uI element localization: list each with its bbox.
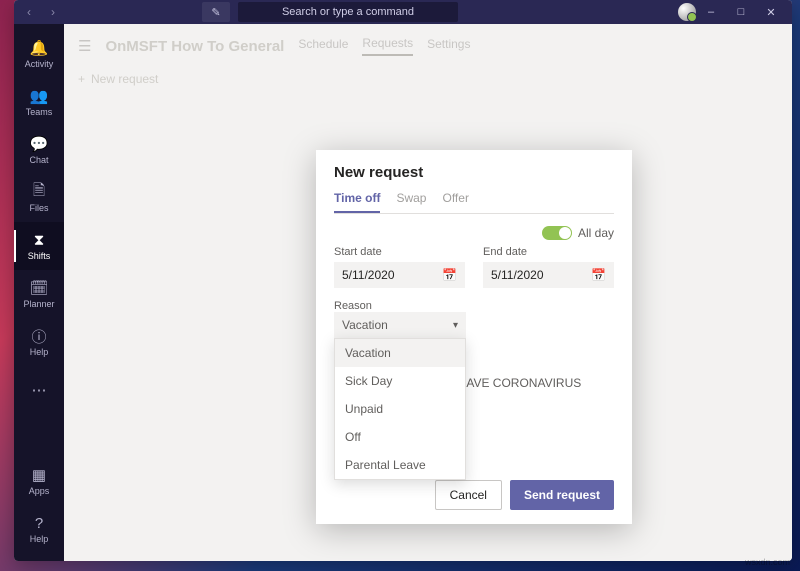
info-icon: ⓘ (30, 327, 48, 345)
rail-more[interactable]: ⋯ (14, 366, 64, 414)
window-maximize-button[interactable]: □ (726, 0, 756, 24)
reason-selected-value: Vacation (342, 318, 388, 332)
reason-select[interactable]: Vacation ▾ Vacation Sick Day Unpaid Off … (334, 312, 466, 338)
modal-title: New request (334, 164, 614, 181)
rail-apps[interactable]: ▦ Apps (14, 457, 64, 505)
window-minimize-button[interactable]: – (696, 0, 726, 24)
tab-schedule[interactable]: Schedule (298, 37, 348, 55)
titlebar: ‹ › ✎ Search or type a command – □ ✕ (14, 0, 792, 24)
help-icon: ? (30, 514, 48, 532)
team-title: OnMSFT How To General (105, 38, 284, 55)
rail-help-bottom[interactable]: ? Help (14, 505, 64, 553)
calendar-icon: 📅 (442, 268, 457, 282)
main-area: ☰ OnMSFT How To General Schedule Request… (64, 24, 792, 561)
rail-label: Shifts (28, 251, 51, 261)
page-header: ☰ OnMSFT How To General Schedule Request… (64, 24, 792, 68)
files-icon: 🗎 (30, 183, 48, 201)
start-date-label: Start date (334, 246, 465, 258)
rail-shifts[interactable]: ⧗ Shifts (14, 222, 64, 270)
window-close-button[interactable]: ✕ (756, 0, 786, 24)
tab-requests[interactable]: Requests (362, 36, 413, 56)
start-date-value: 5/11/2020 (342, 268, 395, 282)
allday-label: All day (578, 226, 614, 240)
modal-tab-offer[interactable]: Offer (442, 191, 468, 213)
modal-tabs: Time off Swap Offer (334, 191, 614, 214)
calendar-icon: 📅 (591, 268, 606, 282)
chat-icon: 💬 (30, 135, 48, 153)
rail-activity[interactable]: 🔔 Activity (14, 30, 64, 78)
note-value: I HAVE CORONAVIRUS (451, 376, 581, 390)
rail-label: Chat (29, 155, 48, 165)
hamburger-icon[interactable]: ☰ (78, 37, 91, 55)
end-date-value: 5/11/2020 (491, 268, 544, 282)
new-request-modal: New request Time off Swap Offer All day … (316, 150, 632, 524)
bell-icon: 🔔 (30, 39, 48, 57)
avatar[interactable] (678, 3, 696, 21)
nav-back-button[interactable]: ‹ (20, 3, 38, 21)
cancel-button[interactable]: Cancel (435, 480, 502, 510)
modal-tab-swap[interactable]: Swap (396, 191, 426, 213)
rail-help[interactable]: ⓘ Help (14, 318, 64, 366)
rail-label: Help (30, 347, 49, 357)
new-request-label: New request (91, 72, 158, 86)
rail-label: Files (29, 203, 48, 213)
reason-option[interactable]: Unpaid (335, 395, 465, 423)
app-rail: 🔔 Activity 👥 Teams 💬 Chat 🗎 Files ⧗ Shif… (14, 24, 64, 561)
rail-label: Activity (25, 59, 54, 69)
send-request-button[interactable]: Send request (510, 480, 614, 510)
plus-icon: + (78, 72, 85, 86)
reason-option[interactable]: Sick Day (335, 367, 465, 395)
compose-icon[interactable]: ✎ (202, 2, 230, 22)
rail-teams[interactable]: 👥 Teams (14, 78, 64, 126)
allday-toggle[interactable] (542, 226, 572, 240)
planner-icon: 🗓 (30, 279, 48, 297)
reason-option[interactable]: Parental Leave (335, 451, 465, 479)
new-request-row[interactable]: + New request (64, 68, 792, 90)
modal-tab-timeoff[interactable]: Time off (334, 191, 380, 213)
more-icon: ⋯ (30, 381, 48, 399)
end-date-input[interactable]: 5/11/2020 📅 (483, 262, 614, 288)
start-date-input[interactable]: 5/11/2020 📅 (334, 262, 465, 288)
chevron-down-icon: ▾ (453, 320, 458, 331)
reason-label: Reason (334, 300, 614, 312)
rail-files[interactable]: 🗎 Files (14, 174, 64, 222)
watermark: wsxdn.com (745, 557, 790, 567)
tab-settings[interactable]: Settings (427, 37, 470, 55)
teams-icon: 👥 (30, 87, 48, 105)
nav-forward-button[interactable]: › (44, 3, 62, 21)
apps-icon: ▦ (30, 466, 48, 484)
app-window: ‹ › ✎ Search or type a command – □ ✕ 🔔 A… (14, 0, 792, 561)
search-input[interactable]: Search or type a command (238, 2, 458, 22)
shifts-icon: ⧗ (30, 231, 48, 249)
reason-option[interactable]: Vacation (335, 339, 465, 367)
rail-label: Planner (23, 299, 54, 309)
rail-label: Apps (29, 486, 50, 496)
rail-chat[interactable]: 💬 Chat (14, 126, 64, 174)
reason-dropdown: Vacation Sick Day Unpaid Off Parental Le… (334, 338, 466, 480)
rail-label: Help (30, 534, 49, 544)
rail-label: Teams (26, 107, 53, 117)
rail-planner[interactable]: 🗓 Planner (14, 270, 64, 318)
end-date-label: End date (483, 246, 614, 258)
reason-option[interactable]: Off (335, 423, 465, 451)
